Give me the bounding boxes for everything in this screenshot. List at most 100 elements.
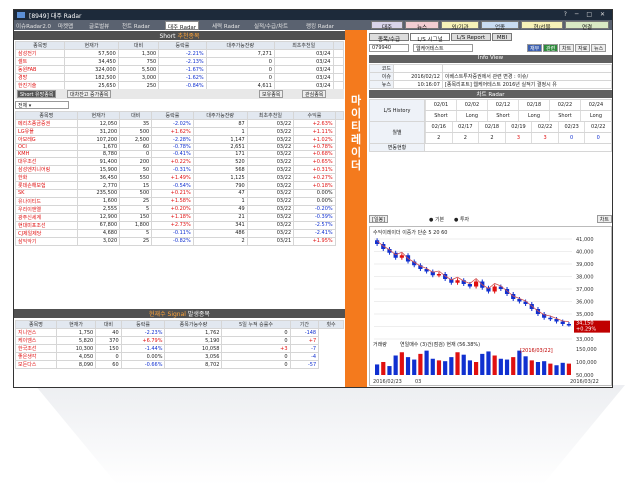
ls-cell: +0.18% <box>293 181 336 191</box>
sg-cell: 0 <box>95 352 122 361</box>
ls-col-7[interactable] <box>334 111 345 120</box>
sg-col-0[interactable]: 종목명 <box>15 320 57 329</box>
ls-row[interactable]: LG유플 31,200 500 +1.62% 1 03/22 +1.11% <box>15 127 344 136</box>
ls-row[interactable]: 삼성엔지니어링 15,900 50 -0.31% 568 03/22 +0.31% <box>15 165 344 175</box>
ls-row[interactable]: 메리츠종금증권 12,050 35 -2.02% 87 03/22 +2.63% <box>15 119 344 128</box>
btn-related[interactable]: 관련 <box>543 44 559 52</box>
ls-col-2[interactable]: 대비 <box>119 111 153 120</box>
info-table: 코드 이슈 2016/02/12 이베스트투자증권에서 관련 변경 : 이슈/뉴스 10… <box>369 64 612 89</box>
rtab-ls-signal[interactable]: L/S 시그널 <box>410 33 450 43</box>
stock-name-field[interactable]: 웹케어테스트 <box>413 44 473 52</box>
sp-col-3[interactable]: 등락률 <box>158 41 207 50</box>
rtab-short[interactable]: 대주 <box>371 21 403 31</box>
sp-row[interactable]: 동원FAB 324,000 5,500 -1.67% 0 03/24 <box>14 65 344 74</box>
short-table: 종목명 현재가 대비 등락률 대주가능잔량 최초추천일 삼성전기 57,500 1,300 -2.… <box>14 41 344 90</box>
sp-row[interactable]: 삼성전기 57,500 1,300 -2.21% 7,271 03/24 <box>14 49 344 58</box>
chart-open-button[interactable]: 차트 <box>596 215 612 223</box>
period-select[interactable]: [일봉] <box>369 215 389 223</box>
sg-row[interactable]: 케이엠스 5,820 370 +6.79% 5,190 0 +7 <box>15 336 344 345</box>
btn-chart[interactable]: 차트 <box>559 44 575 52</box>
stock-code-input[interactable]: 079940 <box>369 44 409 52</box>
short-promising-tab[interactable]: Short 유망종목 <box>17 90 57 98</box>
ls-row[interactable]: CJ제일제당 4,680 5 -0.11% 486 03/22 -2.41% <box>15 228 344 238</box>
rtab-foreign[interactable]: 외/기관 <box>441 21 479 31</box>
sp-col-5[interactable]: 최초추천일 <box>273 41 334 50</box>
sg-col-4[interactable]: 종목가능수량 <box>164 320 223 329</box>
sp-row[interactable]: 셀트 34,450 750 -2.13% 0 03/24 <box>14 57 344 66</box>
rtab-stock[interactable]: 종목/수급 <box>369 33 409 43</box>
ls-col-6[interactable]: 수익률 <box>293 111 336 120</box>
ls-col-3[interactable]: 등락률 <box>151 111 194 120</box>
ls-row[interactable]: 유나이티드 1,600 25 +1.58% 1 03/22 0.00% <box>15 196 344 206</box>
window-controls[interactable]: ? ─ □ ✕ <box>564 11 608 18</box>
sg-row[interactable]: 좋은생각 4,050 0 0.00% 3,056 0 -4 <box>15 352 344 361</box>
right-panel: 종목/수급 L/S 시그널 L/S Report MBI 079940 웹케어테… <box>367 30 612 387</box>
sg-col-3[interactable]: 등락률 <box>120 320 166 329</box>
info-row: 뉴스 10:16:07 [종목리포트] 웹케어테스트 2016년 실적기 결정시 유 <box>369 80 612 89</box>
ls-row[interactable]: 우리이앤엘 2,555 5 +0.20% 49 03/22 -0.20% <box>15 204 344 214</box>
tab-marketmap[interactable]: 마켓맵 <box>58 21 73 30</box>
ls-cell: +1.02% <box>293 135 336 144</box>
ls-col-4[interactable]: 대주가능잔량 <box>192 111 248 120</box>
ls-row[interactable]: SK 235,500 500 +0.21% 47 03/22 0.00% <box>15 189 344 198</box>
tab-force-radar[interactable]: 세력 Radar <box>212 21 240 30</box>
btn-news[interactable]: 뉴스 <box>591 44 607 52</box>
ls-col-0[interactable]: 종목명 <box>15 111 78 120</box>
tab-global[interactable]: 글로벌뷰 <box>89 21 109 30</box>
ls-row[interactable]: 광주신세계 12,900 150 +1.18% 21 03/22 -0.39% <box>15 212 344 222</box>
sg-col-5[interactable]: 5일 누적 승률수 <box>221 320 291 329</box>
rtab-mbi[interactable]: MBI <box>492 33 512 41</box>
ls-cell: 유나이티드 <box>15 196 78 206</box>
sp-row[interactable]: 경방 182,500 3,000 -1.62% 0 03/24 <box>14 73 344 82</box>
sp-col-0[interactable]: 종목명 <box>14 41 66 50</box>
ls-col-5[interactable]: 최초추천일 <box>246 111 295 120</box>
filter-select[interactable]: 전체 ▾ <box>15 101 69 109</box>
sp-col-4[interactable]: 대주가능잔량 <box>205 41 275 50</box>
sg-cell: +6.79% <box>120 336 166 345</box>
btn-finance[interactable]: 재무 <box>527 44 543 52</box>
ls-cell: 3 <box>504 133 532 143</box>
ls-row[interactable]: 현대미포조선 67,800 1,800 +2.73% 341 03/22 -2.57% <box>15 220 344 230</box>
tab-ranking[interactable]: 랭킹 Radar <box>306 21 334 30</box>
sg-row[interactable]: 한국조선 10,300 150 -1.44% 10,058 +3 -7 <box>15 344 344 353</box>
sp-col-2[interactable]: 대비 <box>117 41 160 50</box>
sg-cell: +7 <box>289 336 320 345</box>
ls-row[interactable]: KMH 8,780 0 -0.41% 171 03/22 +0.68% <box>15 150 344 159</box>
tab-short-radar[interactable]: 대주 Radar <box>165 21 200 31</box>
ls-row[interactable]: 한화 36,450 550 +1.49% 1,125 03/22 +0.27% <box>15 173 344 183</box>
sg-row[interactable]: 지니언스 1,750 40 -2.23% 1,762 0 -148 <box>15 328 344 337</box>
short-title-accent: 추천종목 <box>177 33 200 40</box>
ls-cell: 25 <box>119 236 153 246</box>
ls-cell: 03/22 <box>246 196 295 206</box>
sg-col-1[interactable]: 현재가 <box>55 320 97 329</box>
ls-row[interactable]: 삼익악기 3,020 25 -0.82% 2 03/21 +1.95% <box>15 236 344 246</box>
sg-col-7[interactable]: 횟수 <box>318 320 344 329</box>
rtab-link[interactable]: 연결 <box>565 21 609 31</box>
holdings-button[interactable]: 보유종목 <box>259 90 284 98</box>
tab-issue-radar[interactable]: 이슈Radar2.0 <box>16 21 51 30</box>
rtab-sector[interactable]: 업종 <box>481 21 519 31</box>
tab-chart-radar[interactable]: 천트 Radar <box>122 21 150 30</box>
ls-row[interactable]: 대우조선 91,400 200 +0.22% 520 03/22 +0.65% <box>15 157 344 167</box>
rtab-futures[interactable]: 현/선물 <box>521 21 563 31</box>
watchlist-button[interactable]: 관심종목 <box>302 90 327 98</box>
ls-cell: 0 <box>584 133 610 143</box>
ls-row[interactable]: OCI 1,670 60 -0.78% 2,651 03/22 +0.78% <box>15 142 344 152</box>
ls-cell: 삼성엔지니어링 <box>15 165 78 175</box>
sg-col-6[interactable]: 기간 <box>289 320 320 329</box>
ls-cell: Short <box>425 111 455 121</box>
ls-cell: SK <box>15 189 78 198</box>
rtab-news[interactable]: 뉴스 <box>405 21 439 31</box>
btn-data[interactable]: 자료 <box>575 44 591 52</box>
loan-increase-tab[interactable]: 대차잔고 증가종목 <box>67 90 112 98</box>
sp-col-1[interactable]: 현재가 <box>64 41 119 50</box>
ls-col-1[interactable]: 현재가 <box>76 111 121 120</box>
price-chart[interactable]: 수익이레이더 이중가 단순 5 20 60 41,000 40,000 39,000 3… <box>369 226 612 386</box>
ls-row[interactable]: 아모레G 107,200 2,500 -2.28% 1,147 03/22 +1.02% <box>15 135 344 144</box>
sg-row[interactable]: 모든다스 8,090 60 -0.66% 8,702 0 -57 <box>15 360 344 369</box>
tab-earnings[interactable]: 실적/수급/차트 <box>254 21 288 30</box>
rtab-ls-report[interactable]: L/S Report <box>451 33 491 41</box>
sg-col-2[interactable]: 대비 <box>95 320 122 329</box>
ls-row[interactable]: 롯데손해보험 2,770 15 -0.54% 790 03/22 +0.18% <box>15 181 344 191</box>
sp-col-6[interactable] <box>332 41 344 50</box>
